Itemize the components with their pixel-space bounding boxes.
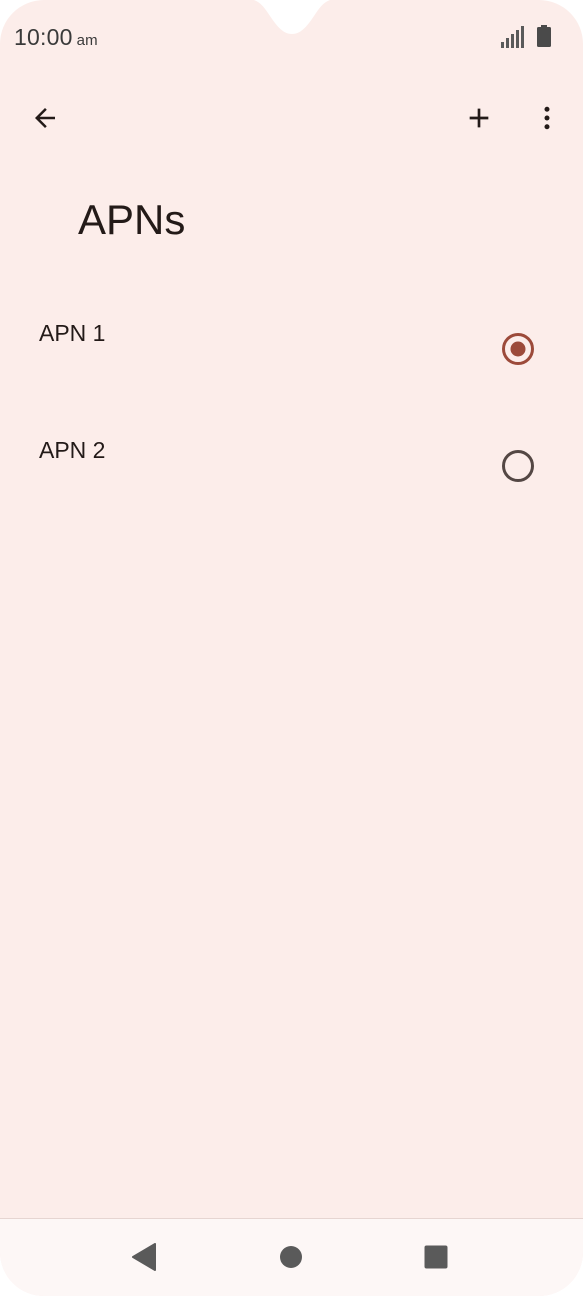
battery-icon <box>537 25 551 47</box>
add-apn-button[interactable] <box>451 90 507 146</box>
nav-back-button[interactable] <box>124 1237 164 1277</box>
triangle-back-icon <box>132 1243 156 1271</box>
apn-label: APN 2 <box>39 437 106 463</box>
apn-list-item-2[interactable]: APN 2 <box>0 407 583 524</box>
apn-list-item-1[interactable]: APN 1 <box>0 290 583 407</box>
nav-home-button[interactable] <box>271 1237 311 1277</box>
back-button[interactable] <box>17 90 73 146</box>
phone-screen: 10:00 am APNs APN 1 APN 2 <box>0 0 583 1296</box>
arrow-back-icon <box>35 108 55 128</box>
status-time-value: 10:00 <box>14 24 73 50</box>
status-ampm: am <box>76 32 98 49</box>
status-time: 10:00 am <box>14 24 98 51</box>
app-toolbar <box>0 86 583 150</box>
radio-selected-icon[interactable] <box>501 332 535 366</box>
plus-icon <box>469 108 489 128</box>
radio-unselected-icon[interactable] <box>501 449 535 483</box>
page-title: APNs <box>78 196 186 243</box>
square-recents-icon <box>424 1245 448 1269</box>
signal-icon <box>501 26 524 48</box>
apn-label: APN 1 <box>39 320 106 346</box>
circle-home-icon <box>280 1246 302 1268</box>
system-nav-bar <box>0 1218 583 1296</box>
nav-recents-button[interactable] <box>416 1237 456 1277</box>
more-vertical-icon <box>544 106 550 130</box>
more-options-button[interactable] <box>519 90 575 146</box>
apn-list: APN 1 APN 2 <box>0 290 583 524</box>
status-bar: 10:00 am <box>0 0 583 76</box>
